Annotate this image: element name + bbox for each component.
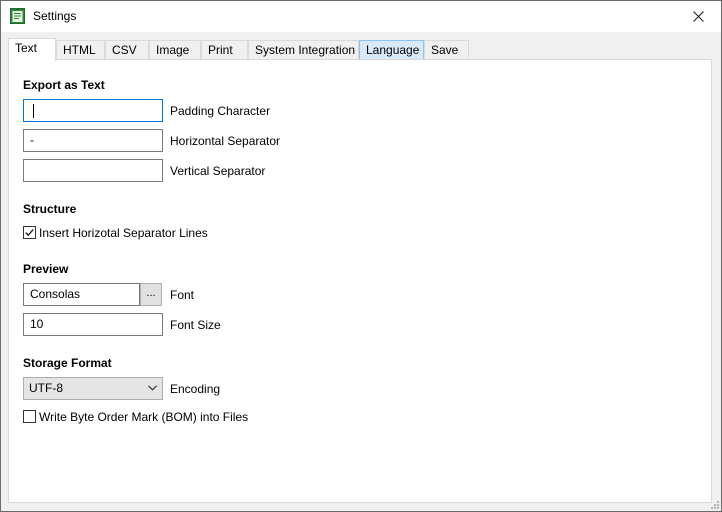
export-as-text-heading: Export as Text [23,78,105,92]
padding-character-label: Padding Character [170,104,271,118]
encoding-dropdown[interactable]: UTF-8 [23,377,163,400]
notepad-icon [10,8,25,24]
font-value: Consolas [30,287,81,301]
text-settings-panel: Export as Text Padding Character - Horiz… [8,59,712,503]
bom-label[interactable]: Write Byte Order Mark (BOM) into Files [39,410,248,424]
bom-checkbox[interactable] [23,410,36,423]
horizontal-separator-value: - [30,133,34,147]
encoding-label: Encoding [170,382,221,396]
tab-strip: Text HTML CSV Image Print System Integra… [8,38,713,61]
font-size-label: Font Size [170,318,221,332]
close-icon [692,11,704,22]
storage-format-heading: Storage Format [23,356,112,370]
horizontal-separator-input[interactable]: - [23,129,163,152]
resize-grip-icon[interactable] [709,499,719,509]
settings-window: Settings Text HTML CSV Image Print Syste… [0,0,722,512]
horizontal-separator-label: Horizontal Separator [170,134,281,148]
font-browse-button[interactable]: ... [140,283,162,306]
encoding-value: UTF-8 [29,381,63,395]
tab-system-integration[interactable]: System Integration [248,40,359,60]
title-bar[interactable]: Settings [1,1,721,32]
vertical-separator-label: Vertical Separator [170,164,266,178]
structure-heading: Structure [23,202,77,216]
window-title: Settings [33,9,77,23]
padding-character-input[interactable] [23,99,163,122]
tab-language[interactable]: Language [359,40,424,60]
tab-html[interactable]: HTML [56,40,105,60]
text-caret [33,104,34,118]
tab-image[interactable]: Image [149,40,201,60]
checkmark-icon [25,229,34,237]
preview-heading: Preview [23,262,69,276]
tab-save[interactable]: Save [424,40,469,60]
tab-text[interactable]: Text [8,38,56,61]
insert-separator-lines-checkbox[interactable] [23,226,36,239]
font-input[interactable]: Consolas [23,283,140,306]
tab-csv[interactable]: CSV [105,40,149,60]
font-size-input[interactable]: 10 [23,313,163,336]
font-size-value: 10 [30,317,44,331]
font-label: Font [170,288,195,302]
tab-print[interactable]: Print [201,40,248,60]
insert-separator-lines-label[interactable]: Insert Horizotal Separator Lines [39,226,208,240]
chevron-down-icon [148,385,157,391]
close-button[interactable] [675,1,721,32]
vertical-separator-input[interactable] [23,159,163,182]
